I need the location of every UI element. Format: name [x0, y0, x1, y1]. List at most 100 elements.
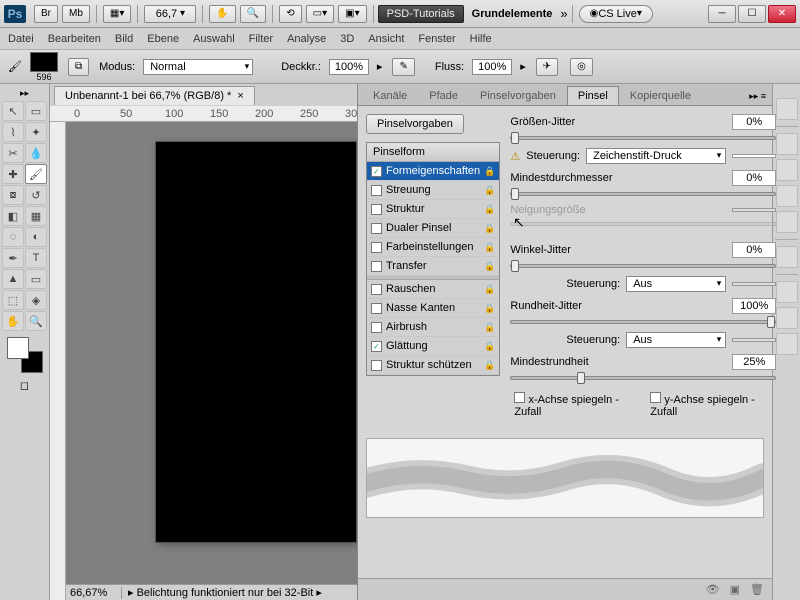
history-brush-tool[interactable]: ↺	[25, 185, 47, 205]
lock-icon[interactable]: 🔒	[484, 166, 495, 177]
menu-ebene[interactable]: Ebene	[147, 33, 179, 45]
brush-panel-toggle[interactable]: ⧉	[68, 58, 89, 76]
brush-option-7[interactable]: Nasse Kanten🔒	[367, 299, 499, 318]
checkbox[interactable]	[371, 322, 382, 333]
eraser-tool[interactable]: ◧	[2, 206, 24, 226]
round-jitter-value[interactable]: 100%	[732, 298, 776, 314]
opacity-flyout[interactable]: ▸	[377, 60, 383, 73]
tab-pinselvorgaben[interactable]: Pinselvorgaben	[469, 86, 567, 105]
3d-camera-tool[interactable]: ◈	[25, 290, 47, 310]
brush-preview[interactable]	[30, 52, 58, 72]
blend-mode-select[interactable]: Normal	[143, 59, 253, 75]
close-tab-icon[interactable]: ×	[237, 90, 243, 102]
checkbox[interactable]	[371, 204, 382, 215]
menu-analyse[interactable]: Analyse	[287, 33, 326, 45]
checkbox[interactable]	[371, 166, 382, 177]
flow-flyout[interactable]: ▸	[520, 60, 526, 73]
brush-option-10[interactable]: Struktur schützen🔒	[367, 356, 499, 375]
path-select-tool[interactable]: ▲	[2, 269, 24, 289]
lasso-tool[interactable]: ⌇	[2, 122, 24, 142]
eyedropper-tool[interactable]: 💧	[25, 143, 47, 163]
tab-kanaele[interactable]: Kanäle	[362, 86, 418, 105]
screen-mode-button[interactable]: ▣▾	[338, 5, 366, 23]
brush-option-0[interactable]: Formeigenschaften🔒	[367, 162, 499, 181]
view-extras-button[interactable]: ▦▾	[103, 5, 131, 23]
blur-tool[interactable]: ◌	[2, 227, 24, 247]
brush-presets-button[interactable]: Pinselvorgaben	[366, 114, 464, 134]
workspace-name[interactable]: Grundelemente	[472, 8, 553, 20]
min-diameter-value[interactable]: 0%	[732, 170, 776, 186]
checkbox[interactable]	[371, 185, 382, 196]
flow-field[interactable]: 100%	[472, 59, 512, 75]
checkbox[interactable]	[371, 261, 382, 272]
lock-icon[interactable]: 🔒	[484, 284, 495, 295]
hand-tool[interactable]: ✋	[2, 311, 24, 331]
maximize-button[interactable]: ☐	[738, 5, 766, 23]
menu-filter[interactable]: Filter	[249, 33, 273, 45]
document-tab[interactable]: Unbenannt-1 bei 66,7% (RGB/8) *×	[54, 86, 255, 105]
menu-ansicht[interactable]: Ansicht	[368, 33, 404, 45]
checkbox[interactable]	[371, 223, 382, 234]
round-jitter-slider[interactable]	[510, 320, 776, 324]
tab-pinsel[interactable]: Pinsel	[567, 86, 619, 105]
panel-collapse[interactable]: ▸▸ ≡	[743, 88, 772, 105]
brush-option-1[interactable]: Streuung🔒	[367, 181, 499, 200]
zoom-tool[interactable]: 🔍	[25, 311, 47, 331]
min-round-value[interactable]: 25%	[732, 354, 776, 370]
menu-bild[interactable]: Bild	[115, 33, 133, 45]
dock-masks-icon[interactable]	[776, 211, 798, 233]
dodge-tool[interactable]: ◐	[25, 227, 47, 247]
close-button[interactable]: ✕	[768, 5, 796, 23]
checkbox[interactable]	[371, 242, 382, 253]
pressure-opacity-button[interactable]: ✎	[392, 58, 414, 76]
cslive-button[interactable]: ◉ CS Live ▾	[579, 5, 653, 23]
angle-jitter-value[interactable]: 0%	[732, 242, 776, 258]
menu-auswahl[interactable]: Auswahl	[193, 33, 235, 45]
brush-option-3[interactable]: Dualer Pinsel🔒	[367, 219, 499, 238]
dock-nav-icon[interactable]	[776, 246, 798, 268]
rotate-view-button[interactable]: ⟲	[279, 5, 301, 23]
lock-icon[interactable]: 🔒	[484, 185, 495, 196]
tab-pfade[interactable]: Pfade	[418, 86, 469, 105]
dock-color-icon[interactable]	[776, 98, 798, 120]
dock-adjust-icon[interactable]	[776, 185, 798, 207]
trash-icon[interactable]: 🗑	[750, 583, 764, 596]
bridge-button[interactable]: Br	[34, 5, 58, 23]
gradient-tool[interactable]: ▦	[25, 206, 47, 226]
checkbox[interactable]	[371, 303, 382, 314]
lock-icon[interactable]: 🔒	[484, 322, 495, 333]
shape-tool[interactable]: ▭	[25, 269, 47, 289]
brush-option-4[interactable]: Farbeinstellungen🔒	[367, 238, 499, 257]
new-preset-icon[interactable]: ▣	[730, 583, 740, 596]
dock-swatches-icon[interactable]	[776, 133, 798, 155]
dock-layers-icon[interactable]	[776, 281, 798, 303]
tab-kopierquelle[interactable]: Kopierquelle	[619, 86, 702, 105]
dock-channels-icon[interactable]	[776, 307, 798, 329]
dock-paths-icon[interactable]	[776, 333, 798, 355]
pen-tool[interactable]: ✒	[2, 248, 24, 268]
menu-hilfe[interactable]: Hilfe	[470, 33, 492, 45]
opacity-field[interactable]: 100%	[329, 59, 369, 75]
lock-icon[interactable]: 🔒	[484, 204, 495, 215]
minimize-button[interactable]: ─	[708, 5, 736, 23]
toolbox-collapse[interactable]: ▸▸	[2, 88, 47, 99]
brush-tool[interactable]: 🖌	[25, 164, 47, 184]
lock-icon[interactable]: 🔒	[484, 360, 495, 371]
angle-jitter-slider[interactable]	[510, 264, 776, 268]
brush-option-5[interactable]: Transfer🔒	[367, 257, 499, 276]
checkbox[interactable]	[371, 360, 382, 371]
foreground-color[interactable]	[7, 337, 29, 359]
3d-tool[interactable]: ⬚	[2, 290, 24, 310]
brush-option-8[interactable]: Airbrush🔒	[367, 318, 499, 337]
canvas[interactable]	[156, 142, 356, 542]
brush-option-2[interactable]: Struktur🔒	[367, 200, 499, 219]
size-jitter-slider[interactable]	[510, 136, 776, 140]
lock-icon[interactable]: 🔒	[484, 261, 495, 272]
lock-icon[interactable]: 🔒	[484, 341, 495, 352]
more-workspaces-button[interactable]: »	[560, 6, 567, 21]
size-control-select[interactable]: Zeichenstift-Druck	[586, 148, 726, 164]
menu-datei[interactable]: Datei	[8, 33, 34, 45]
zoom-readout[interactable]: 66,67%	[66, 587, 122, 599]
min-round-slider[interactable]	[510, 376, 776, 380]
zoom-field[interactable]: 66,7 ▾	[144, 5, 196, 23]
